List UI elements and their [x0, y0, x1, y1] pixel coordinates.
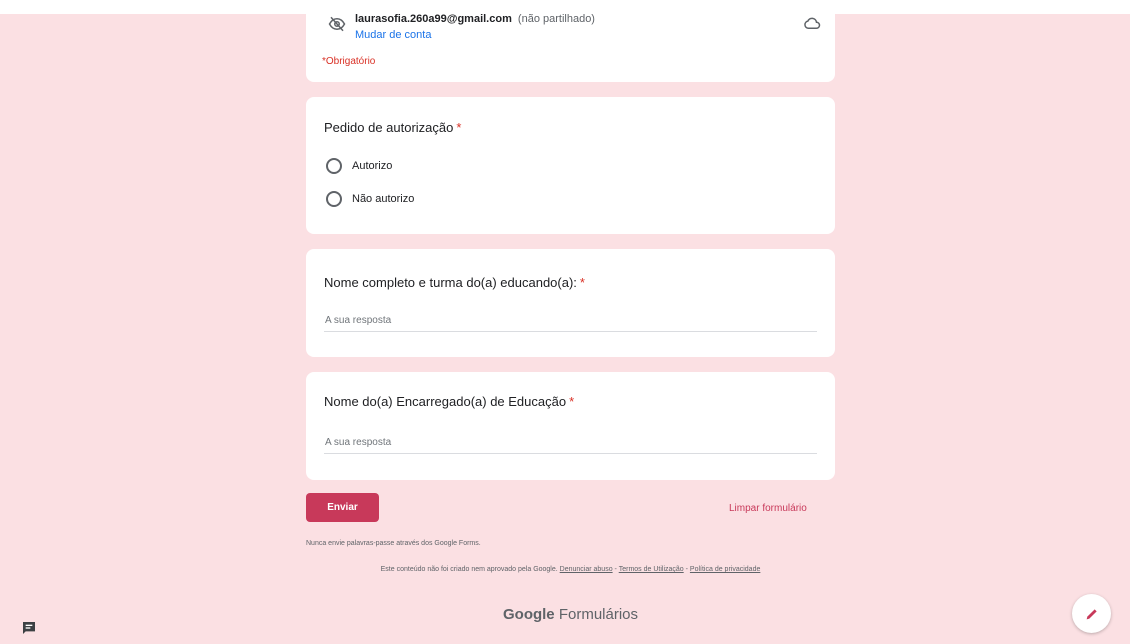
- pencil-icon: [1086, 608, 1097, 619]
- question-title-text: Pedido de autorização: [324, 120, 454, 135]
- account-card: laurasofia.260a99@gmail.com (não partilh…: [306, 0, 835, 82]
- required-note: *Obrigatório: [322, 56, 376, 67]
- account-share-note: (não partilhado): [517, 13, 595, 25]
- password-warning: Nunca envie palavras-passe através dos G…: [306, 540, 481, 547]
- guardian-name-input[interactable]: [324, 432, 817, 453]
- student-name-input[interactable]: [324, 310, 817, 331]
- question-card-authorization: Pedido de autorização * Autorizo Não auto…: [306, 97, 835, 234]
- disclaimer-text: Este conteúdo não foi criado nem aprovad…: [380, 566, 558, 573]
- radio-option-autorizo[interactable]: Autorizo: [326, 157, 392, 175]
- radio-label: Não autorizo: [352, 193, 415, 205]
- disclaimer: Este conteúdo não foi criado nem aprovad…: [306, 565, 835, 574]
- question-title-text: Nome do(a) Encarregado(a) de Educação: [324, 394, 567, 409]
- question-card-guardian-name: Nome do(a) Encarregado(a) de Educação *: [306, 372, 835, 480]
- privacy-link[interactable]: Política de privacidade: [690, 566, 760, 573]
- answer-field[interactable]: [324, 310, 817, 332]
- question-title: Pedido de autorização *: [324, 120, 461, 135]
- question-title-text: Nome completo e turma do(a) educando(a):: [324, 275, 577, 290]
- answer-field[interactable]: [324, 432, 817, 454]
- google-forms-logo[interactable]: Google Formulários: [306, 606, 835, 623]
- brand-product: Formulários: [558, 606, 639, 623]
- radio-option-nao-autorizo[interactable]: Não autorizo: [326, 190, 414, 208]
- required-star: *: [569, 394, 575, 409]
- clear-form-link[interactable]: Limpar formulário: [729, 503, 807, 514]
- radio-label: Autorizo: [352, 160, 393, 172]
- radio-circle[interactable]: [326, 158, 342, 174]
- required-star: *: [579, 275, 585, 290]
- required-star: *: [456, 120, 462, 135]
- cloud-icon: [804, 17, 821, 29]
- terms-link[interactable]: Termos de Utilização: [619, 566, 684, 573]
- account-line: laurasofia.260a99@gmail.com (não partilh…: [355, 13, 595, 25]
- question-title: Nome do(a) Encarregado(a) de Educação *: [324, 394, 574, 409]
- switch-account-link[interactable]: Mudar de conta: [355, 29, 431, 41]
- eye-off-icon: [328, 16, 346, 32]
- brand-google: Google: [502, 606, 555, 623]
- radio-circle[interactable]: [326, 191, 342, 207]
- edit-button[interactable]: [1072, 594, 1111, 633]
- question-card-student-name: Nome completo e turma do(a) educando(a):…: [306, 249, 835, 357]
- account-email: laurasofia.260a99@gmail.com: [355, 13, 512, 25]
- submit-button[interactable]: Enviar: [306, 493, 379, 522]
- report-abuse-link[interactable]: Denunciar abuso: [560, 566, 613, 573]
- question-title: Nome completo e turma do(a) educando(a):…: [324, 275, 585, 290]
- feedback-icon[interactable]: [21, 620, 37, 636]
